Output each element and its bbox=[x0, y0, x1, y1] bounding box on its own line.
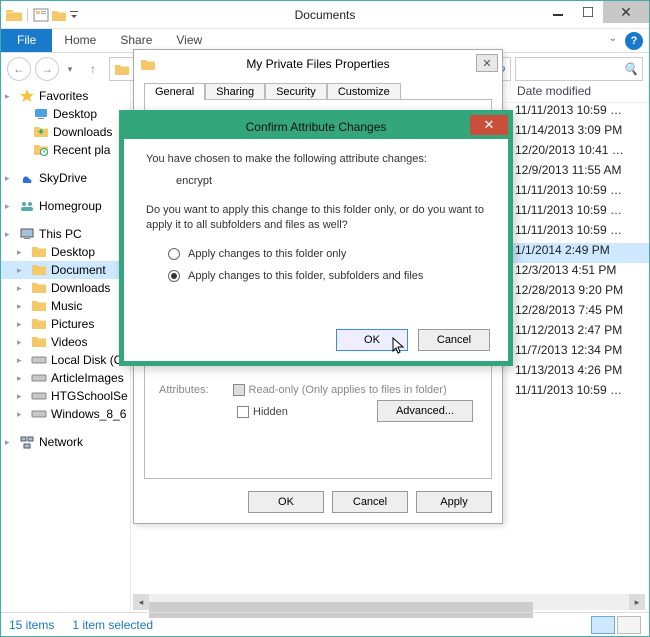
option-folder-only[interactable]: Apply changes to this folder only bbox=[168, 248, 486, 260]
tree-favorites[interactable]: ▸Favorites bbox=[1, 87, 130, 105]
properties-buttons: OK Cancel Apply bbox=[248, 491, 492, 513]
new-folder-icon[interactable] bbox=[51, 8, 67, 22]
date-cell: 12/28/2013 7:45 PM bbox=[511, 303, 623, 323]
titlebar: Documents ✕ bbox=[1, 1, 649, 29]
tree-skydrive[interactable]: ▸SkyDrive bbox=[1, 169, 130, 187]
folder-icon bbox=[114, 62, 130, 76]
tree-thispc[interactable]: ▸This PC bbox=[1, 225, 130, 243]
date-cell: 11/11/2013 10:59 … bbox=[511, 103, 622, 123]
properties-close-button[interactable]: ✕ bbox=[476, 54, 498, 72]
quick-access-toolbar bbox=[1, 7, 83, 23]
history-dropdown-icon[interactable]: ▾ bbox=[63, 57, 77, 81]
date-cell: 1/1/2014 2:49 PM bbox=[511, 243, 610, 263]
qat-dropdown-icon[interactable] bbox=[69, 8, 79, 22]
window-buttons: ✕ bbox=[543, 1, 649, 23]
status-count: 15 items bbox=[9, 618, 54, 632]
confirm-close-button[interactable]: ✕ bbox=[470, 115, 508, 135]
tree-videos[interactable]: ▸Videos bbox=[1, 333, 130, 351]
tab-sharing[interactable]: Sharing bbox=[205, 83, 265, 100]
confirm-buttons: OK Cancel bbox=[336, 329, 490, 351]
col-date[interactable]: Date modified bbox=[511, 81, 649, 102]
confirm-titlebar[interactable]: Confirm Attribute Changes ✕ bbox=[124, 115, 508, 139]
tab-customize[interactable]: Customize bbox=[327, 83, 401, 100]
tree-downloads[interactable]: ▸Downloads bbox=[1, 279, 130, 297]
properties-apply-button[interactable]: Apply bbox=[416, 491, 492, 513]
tree-homegroup[interactable]: ▸Homegroup bbox=[1, 197, 130, 215]
confirm-title: Confirm Attribute Changes bbox=[124, 120, 508, 134]
hidden-checkbox[interactable] bbox=[237, 406, 249, 418]
view-details-button[interactable] bbox=[591, 616, 615, 634]
date-cell: 11/11/2013 10:59 … bbox=[511, 383, 622, 403]
status-bar: 15 items 1 item selected bbox=[1, 612, 649, 636]
radio-icon[interactable] bbox=[168, 248, 180, 260]
date-cell: 11/14/2013 3:09 PM bbox=[511, 123, 622, 143]
radio-icon[interactable] bbox=[168, 270, 180, 282]
tree-downloads-fav[interactable]: Downloads bbox=[1, 123, 130, 141]
confirm-body: You have chosen to make the following at… bbox=[124, 139, 508, 306]
tree-documents[interactable]: ▸Document bbox=[1, 261, 130, 279]
minimize-button[interactable] bbox=[543, 1, 573, 23]
date-cell: 11/11/2013 10:59 … bbox=[511, 223, 622, 243]
properties-titlebar[interactable]: My Private Files Properties ✕ bbox=[134, 50, 502, 78]
properties-cancel-button[interactable]: Cancel bbox=[332, 491, 408, 513]
tree-network[interactable]: ▸Network bbox=[1, 433, 130, 451]
date-cell: 12/3/2013 4:51 PM bbox=[511, 263, 616, 283]
back-button[interactable]: ← bbox=[7, 57, 31, 81]
forward-button[interactable]: → bbox=[35, 57, 59, 81]
close-button[interactable]: ✕ bbox=[603, 1, 649, 23]
search-icon: 🔍 bbox=[623, 62, 638, 76]
nav-tree[interactable]: ▸Favorites Desktop Downloads Recent pla … bbox=[1, 81, 131, 610]
tree-windows8[interactable]: ▸Windows_8_6 bbox=[1, 405, 130, 423]
confirm-cancel-button[interactable]: Cancel bbox=[418, 329, 490, 351]
home-tab[interactable]: Home bbox=[52, 29, 108, 52]
properties-tabs: General Sharing Security Customize bbox=[134, 78, 502, 99]
tree-localdisk[interactable]: ▸Local Disk (C bbox=[1, 351, 130, 369]
tree-desktop[interactable]: ▸Desktop bbox=[1, 243, 130, 261]
tree-recent-fav[interactable]: Recent pla bbox=[1, 141, 130, 159]
hidden-checkbox-row[interactable]: Hidden bbox=[237, 406, 288, 418]
date-cell: 11/11/2013 10:59 … bbox=[511, 203, 622, 223]
explorer-window: Documents ✕ File Home Share View ⌄ ? ← →… bbox=[0, 0, 650, 637]
date-cell: 11/7/2013 12:34 PM bbox=[511, 343, 622, 363]
scroll-left-button[interactable]: ◂ bbox=[133, 594, 149, 610]
tab-general[interactable]: General bbox=[144, 83, 205, 100]
properties-ok-button[interactable]: OK bbox=[248, 491, 324, 513]
date-cell: 11/11/2013 10:59 … bbox=[511, 183, 622, 203]
tree-desktop-fav[interactable]: Desktop bbox=[1, 105, 130, 123]
confirm-change: encrypt bbox=[176, 175, 486, 187]
confirm-question: Do you want to apply this change to this… bbox=[146, 203, 486, 234]
attributes-row: Attributes: Read-only (Only applies to f… bbox=[159, 384, 477, 396]
ribbon-expand-icon[interactable]: ⌄ bbox=[601, 29, 625, 52]
tree-pictures[interactable]: ▸Pictures bbox=[1, 315, 130, 333]
date-cell: 11/12/2013 2:47 PM bbox=[511, 323, 622, 343]
tree-articleimages[interactable]: ▸ArticleImages bbox=[1, 369, 130, 387]
properties-title: My Private Files Properties bbox=[134, 57, 502, 71]
date-cell: 12/28/2013 9:20 PM bbox=[511, 283, 623, 303]
date-cell: 11/13/2013 4:26 PM bbox=[511, 363, 622, 383]
view-large-button[interactable] bbox=[617, 616, 641, 634]
search-input[interactable]: 🔍 bbox=[515, 57, 643, 81]
tree-htgschool[interactable]: ▸HTGSchoolSe bbox=[1, 387, 130, 405]
properties-icon[interactable] bbox=[33, 8, 49, 22]
help-icon[interactable]: ? bbox=[625, 32, 643, 50]
date-cell: 12/20/2013 10:41 … bbox=[511, 143, 624, 163]
status-selected: 1 item selected bbox=[72, 618, 153, 632]
date-cell: 12/9/2013 11:55 AM bbox=[511, 163, 622, 183]
maximize-button[interactable] bbox=[573, 1, 603, 23]
h-scrollbar[interactable]: ◂ ▸ bbox=[133, 594, 645, 610]
confirm-dialog: Confirm Attribute Changes ✕ You have cho… bbox=[119, 110, 513, 366]
folder-icon bbox=[5, 7, 23, 23]
confirm-lead: You have chosen to make the following at… bbox=[146, 153, 486, 165]
tab-security[interactable]: Security bbox=[265, 83, 327, 100]
up-button[interactable]: ↑ bbox=[81, 57, 105, 81]
scroll-right-button[interactable]: ▸ bbox=[629, 594, 645, 610]
tree-music[interactable]: ▸Music bbox=[1, 297, 130, 315]
advanced-button[interactable]: Advanced... bbox=[377, 400, 473, 422]
file-tab[interactable]: File bbox=[1, 29, 52, 52]
qat-separator bbox=[25, 8, 31, 22]
option-subfolders-files[interactable]: Apply changes to this folder, subfolders… bbox=[168, 270, 486, 282]
confirm-ok-button[interactable]: OK bbox=[336, 329, 408, 351]
